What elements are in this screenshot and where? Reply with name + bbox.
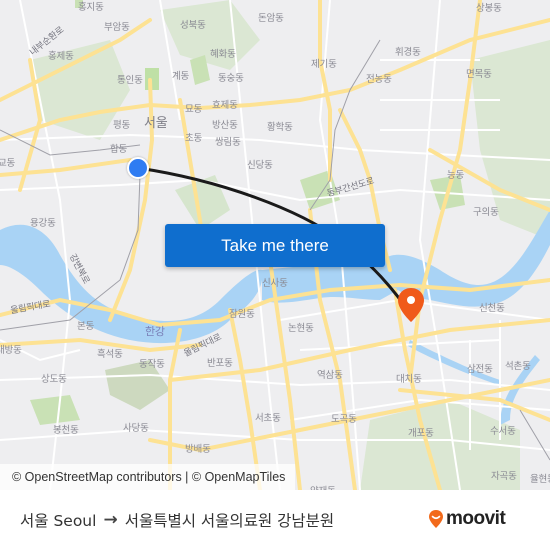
destination-label: 서울특별시 서울의료원 강남분원: [124, 512, 335, 530]
map-label: 묘동: [185, 104, 203, 115]
moovit-pin-icon: [429, 510, 443, 528]
map-label: 자곡동: [491, 471, 517, 482]
map-label: 용강동: [30, 218, 56, 229]
map-label: 반포동: [207, 358, 233, 369]
map-label: 쌍림동: [215, 137, 241, 148]
map-label: 흑석동: [97, 349, 123, 360]
map-label: 대치동: [396, 374, 422, 385]
take-me-there-button[interactable]: Take me there: [165, 224, 385, 267]
map-label: 효제동: [212, 100, 238, 111]
map-label: 능동: [447, 170, 465, 181]
map-label: 삼전동: [467, 364, 493, 375]
map-label: 도곡동: [331, 414, 357, 425]
map-label: 방산동: [212, 120, 238, 131]
map-label: 초동: [185, 133, 203, 144]
map-label: 서초동: [255, 413, 281, 424]
moovit-logo[interactable]: moovit: [428, 508, 506, 530]
map-label: 평동: [113, 120, 131, 131]
map-label: 교동: [0, 158, 16, 169]
map-label: 대방동: [0, 345, 22, 356]
map-label: 율현동: [530, 474, 550, 485]
map-label: 역삼동: [317, 370, 343, 381]
map-label: 상도동: [41, 374, 67, 385]
footer: 서울 Seoul → 서울특별시 서울의료원 강남분원 moovit: [0, 490, 550, 550]
map-label: 개포동: [408, 428, 434, 439]
map-label: 혜화동: [210, 49, 236, 60]
map-label: 성북동: [180, 20, 206, 31]
map-label: 방배동: [185, 444, 211, 455]
map-label: 돈암동: [258, 13, 284, 24]
map-label: 전농동: [366, 74, 392, 85]
map-attribution[interactable]: © OpenStreetMap contributors | © OpenMap…: [0, 464, 296, 490]
map-label: 휘경동: [395, 47, 421, 58]
map-label: 수서동: [490, 426, 516, 437]
map-label: 사당동: [123, 423, 149, 434]
map-label: 논현동: [288, 323, 314, 334]
map-label: 홍제동: [48, 51, 74, 62]
park-area: [175, 175, 230, 230]
map-label: 상봉동: [476, 3, 502, 14]
map-label: 동숭동: [218, 73, 244, 84]
park-area: [30, 395, 80, 425]
map-label: 잠원동: [229, 309, 255, 320]
map-label: 황학동: [267, 122, 293, 133]
right-arrow-icon: →: [103, 510, 118, 530]
map-label: 합동: [110, 144, 128, 155]
destination-pin-icon[interactable]: [397, 287, 425, 323]
origin-marker[interactable]: [127, 157, 149, 179]
map-label: 동작동: [139, 359, 165, 370]
map-label: 본동: [77, 321, 95, 332]
city-label: 서울: [144, 116, 168, 131]
map-label: 계동: [172, 71, 190, 82]
map-label: 봉천동: [53, 425, 79, 436]
map-label: 구의동: [473, 207, 499, 218]
map-label: 홍지동: [78, 2, 104, 13]
river-label: 한강: [145, 325, 165, 338]
map-view[interactable]: 홍지동 부암동 성북동 돈암동 상봉동 내부순환로 홍제동 혜화동 제기동 휘경…: [0, 0, 550, 490]
origin-label: 서울 Seoul: [20, 512, 97, 530]
route-summary: 서울 Seoul → 서울특별시 서울의료원 강남분원: [20, 509, 334, 531]
map-label: 신천동: [479, 303, 505, 314]
moovit-logo-text: moovit: [446, 508, 506, 529]
map-label: 석촌동: [505, 361, 531, 372]
map-label: 신사동: [262, 278, 288, 289]
map-label: 제기동: [311, 59, 337, 70]
map-label: 통인동: [117, 75, 143, 86]
map-label: 신당동: [247, 160, 273, 171]
map-label: 양재동: [310, 483, 336, 490]
map-label: 부암동: [104, 22, 130, 33]
map-label: 면목동: [466, 69, 492, 80]
